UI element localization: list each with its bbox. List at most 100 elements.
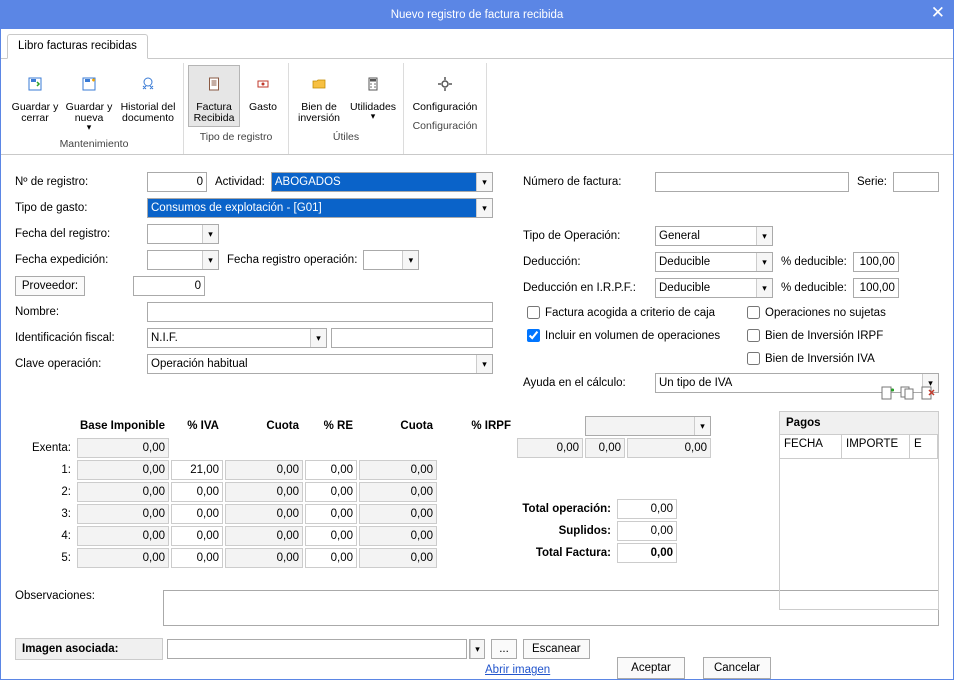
grid-cell[interactable]: 0,00 [225,482,303,502]
utilidades-button[interactable]: Utilidades ▾ [347,65,399,127]
suplidos-value[interactable]: 0,00 [617,521,677,541]
pct-deducible-2-label: % deducible: [781,282,847,294]
chevron-down-icon: ▾ [476,199,492,217]
pct-deducible-1-input[interactable] [853,252,899,272]
irpf-a[interactable]: 0,00 [585,438,625,458]
tipo-operacion-label: Tipo de Operación: [523,230,655,242]
grid-cell[interactable]: 0,00 [305,526,357,546]
grid-cell[interactable]: 0,00 [225,548,303,568]
abrir-imagen-link[interactable]: Abrir imagen [485,664,550,676]
grid-cell[interactable]: 0,00 [225,504,303,524]
folder-icon [303,68,335,100]
fecha-expedicion-label: Fecha expedición: [15,254,147,266]
imagen-asociada-input[interactable] [167,639,467,659]
pagos-add-icon[interactable] [879,385,895,404]
gasto-button[interactable]: Gasto [242,65,284,127]
identificacion-fiscal-label: Identificación fiscal: [15,332,147,344]
proveedor-button[interactable]: Proveedor: [15,276,85,296]
grid-cell[interactable]: 0,00 [305,548,357,568]
pagos-delete-icon[interactable] [919,385,935,404]
grid-cell[interactable]: 0,00 [171,504,223,524]
grid-cell[interactable]: 0,00 [359,548,437,568]
clave-operacion-label: Clave operación: [15,358,147,370]
actividad-combo[interactable]: ABOGADOS ▾ [271,172,493,192]
grid-cell[interactable]: 0,00 [359,482,437,502]
pagos-col-fecha: FECHA [780,435,842,458]
clave-operacion-combo[interactable]: Operación habitual▾ [147,354,493,374]
imagen-dropdown[interactable]: ▾ [469,639,485,659]
grid-cell[interactable]: 0,00 [305,482,357,502]
id-fiscal-input[interactable] [331,328,493,348]
id-fiscal-type-combo[interactable]: N.I.F.▾ [147,328,327,348]
guardar-y-nueva-button[interactable]: Guardar y nueva ▾ [63,65,115,134]
guardar-y-cerrar-button[interactable]: Guardar y cerrar [9,65,61,134]
escanear-button[interactable]: Escanear [523,639,590,659]
fecha-expedicion-input[interactable]: ▾ [147,250,219,270]
pct-deducible-2-input[interactable] [853,278,899,298]
grid-cell[interactable]: 0,00 [77,482,169,502]
chevron-down-icon: ▾ [371,113,376,120]
grid-cell[interactable]: 0,00 [77,548,169,568]
tipo-gasto-combo[interactable]: Consumos de explotación - [G01] ▾ [147,198,493,218]
ayuda-calculo-label: Ayuda en el cálculo: [523,377,655,389]
pagos-table[interactable]: FECHA IMPORTE E [779,435,939,610]
bien-inversion-button[interactable]: Bien de inversión [293,65,345,127]
chevron-down-icon: ▾ [694,417,710,435]
grid-cell[interactable]: 0,00 [305,504,357,524]
fecha-registro-op-input[interactable]: ▾ [363,250,419,270]
historial-documento-button[interactable]: Historial del documento [117,65,179,134]
grid-cell[interactable]: 0,00 [77,526,169,546]
configuracion-button[interactable]: Configuración [408,65,482,116]
n-registro-input[interactable] [147,172,207,192]
grid-cell[interactable]: 0,00 [77,460,169,480]
chk-bien-inv-iva[interactable] [747,352,760,365]
deduccion-irpf-combo[interactable]: Deducible▾ [655,278,773,298]
grid-cell[interactable]: 0,00 [305,460,357,480]
grid-cell[interactable]: 21,00 [171,460,223,480]
aceptar-button[interactable]: Aceptar [617,657,685,679]
grid-cell[interactable]: 0,00 [359,526,437,546]
grid-cell[interactable]: 0,00 [171,482,223,502]
serie-input[interactable] [893,172,939,192]
browse-button[interactable]: ... [491,639,517,659]
tipo-operacion-combo[interactable]: General▾ [655,226,773,246]
grid-cell[interactable]: 0,00 [171,526,223,546]
actividad-label: Actividad: [215,176,265,188]
nombre-input[interactable] [147,302,493,322]
grid-cell[interactable]: 0,00 [225,526,303,546]
proveedor-input[interactable] [133,276,205,296]
grid-cell[interactable]: 0,00 [171,548,223,568]
pagos-copy-icon[interactable] [899,385,915,404]
grid-cell[interactable]: 0,00 [359,460,437,480]
grid-cell: 3: [15,508,75,520]
irpf-pct[interactable]: 0,00 [517,438,583,458]
close-icon[interactable]: ✕ [931,3,945,23]
grid-cell: 2: [15,486,75,498]
col-pct-irpf: % IRPF [453,420,515,432]
col-pct-iva: % IVA [171,420,223,432]
ribbon-group-configuracion: Configuración Configuración [404,63,487,154]
fecha-registro-input[interactable]: ▾ [147,224,219,244]
exenta-base[interactable]: 0,00 [77,438,169,458]
chk-op-no-sujetas[interactable] [747,306,760,319]
grid-cell[interactable]: 0,00 [77,504,169,524]
chk-criterio-caja[interactable] [527,306,540,319]
factura-recibida-button[interactable]: Factura Recibida [188,65,240,127]
total-factura-value: 0,00 [617,543,677,563]
irpf-combo[interactable]: ▾ [585,416,711,436]
serie-label: Serie: [857,176,887,188]
pagos-col-importe: IMPORTE [842,435,910,458]
suplidos-label: Suplidos: [477,525,617,537]
tab-libro-facturas-recibidas[interactable]: Libro facturas recibidas [7,34,148,59]
save-close-icon [19,68,51,100]
chk-incluir-volumen[interactable] [527,329,540,342]
irpf-b[interactable]: 0,00 [627,438,711,458]
chk-bien-inv-irpf[interactable] [747,329,760,342]
grid-cell[interactable]: 0,00 [225,460,303,480]
deduccion-combo[interactable]: Deducible▾ [655,252,773,272]
titlebar: Nuevo registro de factura recibida ✕ [1,1,953,29]
numero-factura-input[interactable] [655,172,849,192]
chevron-down-icon: ▾ [756,253,772,271]
cancelar-button[interactable]: Cancelar [703,657,771,679]
grid-cell[interactable]: 0,00 [359,504,437,524]
